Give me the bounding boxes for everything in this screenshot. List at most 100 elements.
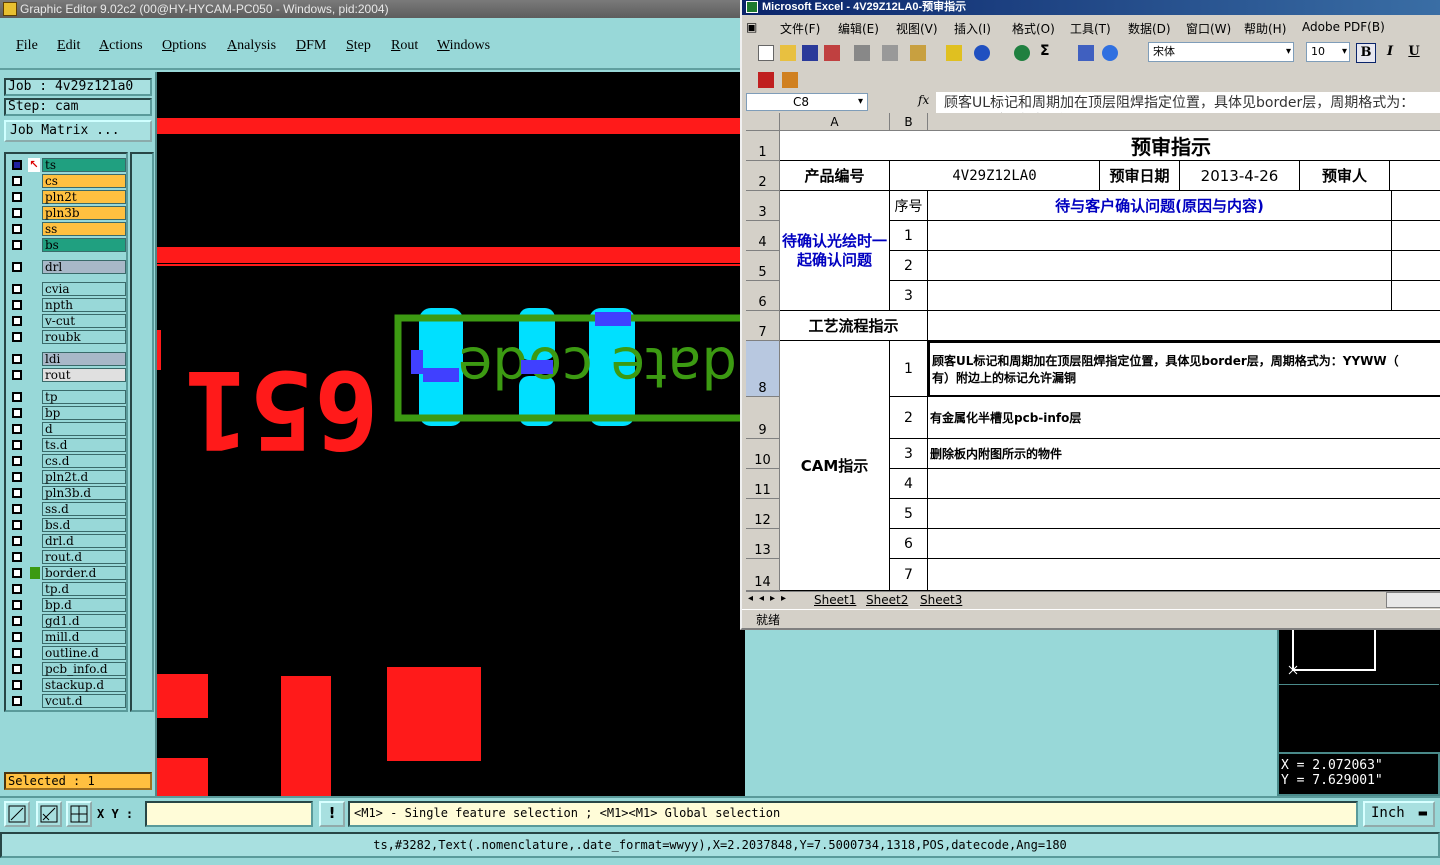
layer-checkbox[interactable] (12, 600, 22, 610)
layer-checkbox[interactable] (12, 284, 22, 294)
layer-checkbox[interactable] (12, 584, 22, 594)
row-header[interactable]: 2 (746, 161, 780, 191)
menu-dfm[interactable]: DFM (296, 38, 326, 54)
layer-name[interactable]: border.d (42, 566, 126, 580)
row-header[interactable]: 10 (746, 439, 780, 469)
layer-checkbox[interactable] (12, 408, 22, 418)
cam-cell[interactable] (928, 559, 1440, 591)
layer-name[interactable]: bs (42, 238, 126, 252)
xl-menu-edit[interactable]: 编辑(E) (838, 20, 879, 37)
layer-name[interactable]: drl.d (42, 534, 126, 548)
layer-checkbox[interactable] (12, 176, 22, 186)
layer-checkbox[interactable] (12, 392, 22, 402)
row-header-selected[interactable]: 8 (746, 341, 780, 397)
new-icon[interactable] (758, 45, 774, 61)
layer-checkbox[interactable] (12, 648, 22, 658)
pdf-mail-icon[interactable] (782, 72, 798, 88)
layer-checkbox[interactable] (12, 370, 22, 380)
issue-cell[interactable] (928, 281, 1392, 311)
layer-checkbox[interactable] (12, 160, 22, 170)
hyperlink-icon[interactable] (1014, 45, 1030, 61)
layer-row[interactable]: rout (8, 368, 126, 382)
layer-name[interactable]: bp.d (42, 598, 126, 612)
menu-windows[interactable]: Windows (437, 38, 490, 54)
layer-row[interactable]: bs.d (8, 518, 126, 532)
layer-name[interactable]: mill.d (42, 630, 126, 644)
graphic-canvas[interactable]: 651 date code (157, 72, 745, 800)
process-label[interactable]: 工艺流程指示 (780, 311, 928, 341)
column-header-c[interactable] (928, 113, 1440, 131)
font-size-select[interactable]: 10 (1306, 42, 1350, 62)
alert-button[interactable]: ! (319, 801, 345, 827)
cam-cell[interactable] (928, 529, 1440, 559)
layer-checkbox[interactable] (12, 208, 22, 218)
layer-checkbox[interactable] (12, 616, 22, 626)
layer-checkbox[interactable] (12, 440, 22, 450)
layer-row[interactable]: cvia (8, 282, 126, 296)
layer-name[interactable]: stackup.d (42, 678, 126, 692)
layer-checkbox[interactable] (12, 536, 22, 546)
autosum-icon[interactable]: Σ (1040, 43, 1056, 59)
product-no-label[interactable]: 产品编号 (780, 161, 890, 191)
menu-actions[interactable]: Actions (99, 38, 143, 54)
layer-row[interactable]: pln2t (8, 190, 126, 204)
layer-row[interactable]: border.d (8, 566, 126, 580)
layer-name[interactable]: drl (42, 260, 126, 274)
layer-row[interactable]: pcb_info.d (8, 662, 126, 676)
job-matrix-button[interactable]: Job Matrix ... (4, 120, 152, 142)
layer-name[interactable]: ss (42, 222, 126, 236)
layer-row[interactable]: tp (8, 390, 126, 404)
xl-menu-window[interactable]: 窗口(W) (1186, 20, 1231, 37)
layer-row[interactable]: drl.d (8, 534, 126, 548)
layer-name[interactable]: bs.d (42, 518, 126, 532)
menu-analysis[interactable]: Analysis (227, 38, 276, 54)
grid-button[interactable] (66, 801, 92, 827)
layer-row[interactable]: ↖ ts (8, 158, 126, 172)
row-header[interactable]: 3 (746, 191, 780, 221)
unit-selector[interactable]: Inch ▬ (1363, 801, 1435, 827)
xl-menu-tools[interactable]: 工具(T) (1070, 20, 1111, 37)
row-header[interactable]: 5 (746, 251, 780, 281)
layer-row[interactable]: gd1.d (8, 614, 126, 628)
layer-checkbox[interactable] (12, 262, 22, 272)
layer-checkbox[interactable] (12, 568, 22, 578)
cam-num[interactable]: 2 (890, 397, 928, 439)
issue-num[interactable]: 2 (890, 251, 928, 281)
cam-label[interactable]: CAM指示 (780, 341, 890, 591)
layer-checkbox[interactable] (12, 552, 22, 562)
layer-checkbox[interactable] (12, 300, 22, 310)
column-header-b[interactable]: B (890, 113, 928, 131)
open-icon[interactable] (780, 45, 796, 61)
cell[interactable] (1392, 281, 1440, 311)
horizontal-scrollbar[interactable] (1386, 592, 1440, 608)
layer-checkbox[interactable] (12, 240, 22, 250)
confirm-group-label[interactable]: 待确认光绘时一起确认问题 (780, 191, 890, 311)
layer-scrollbar[interactable] (130, 152, 154, 712)
tab-sheet3[interactable]: Sheet3 (920, 593, 962, 607)
layer-name[interactable]: ts (42, 158, 126, 172)
xl-menu-help[interactable]: 帮助(H) (1244, 20, 1286, 37)
measure-button[interactable] (36, 801, 62, 827)
layer-name[interactable]: gd1.d (42, 614, 126, 628)
process-cell[interactable] (928, 311, 1440, 341)
xl-menu-adobe-pdf[interactable]: Adobe PDF(B) (1302, 20, 1385, 34)
cam-num[interactable]: 6 (890, 529, 928, 559)
layer-row[interactable]: outline.d (8, 646, 126, 660)
layer-row[interactable]: bp (8, 406, 126, 420)
layer-checkbox[interactable] (12, 456, 22, 466)
underline-button[interactable]: U (1404, 43, 1424, 63)
paste-icon[interactable] (910, 45, 926, 61)
menu-rout[interactable]: Rout (391, 38, 418, 54)
xl-menu-file[interactable]: 文件(F) (780, 20, 820, 37)
xl-menu-format[interactable]: 格式(O) (1012, 20, 1055, 37)
layer-checkbox[interactable] (12, 424, 22, 434)
cam-num[interactable]: 4 (890, 469, 928, 499)
layer-row[interactable]: vcut.d (8, 694, 126, 708)
cam-instruction-2[interactable]: 有金属化半槽见pcb-info层 (928, 397, 1440, 439)
layer-row[interactable]: bs (8, 238, 126, 252)
menu-options[interactable]: Options (162, 38, 206, 54)
menu-file[interactable]: File (16, 38, 38, 54)
name-box[interactable]: C8 (746, 93, 868, 111)
row-header[interactable]: 12 (746, 499, 780, 529)
canvas-overview[interactable] (1277, 630, 1440, 752)
